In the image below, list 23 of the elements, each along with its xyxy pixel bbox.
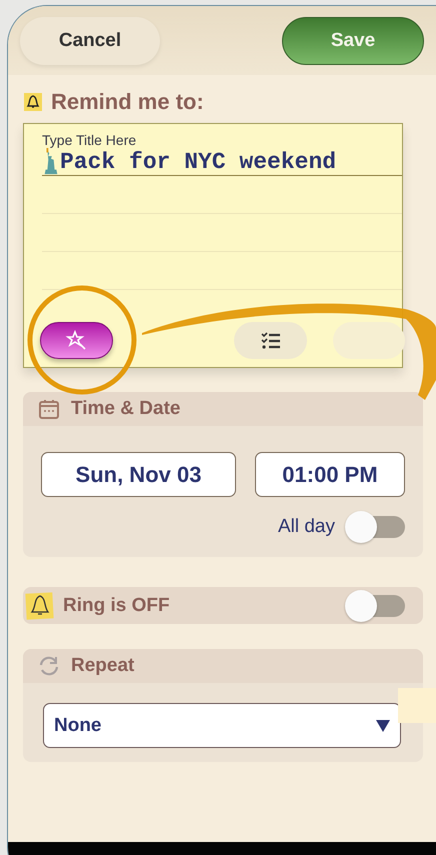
- section-heading: Repeat: [71, 655, 134, 677]
- time-field[interactable]: 01:00 PM: [255, 452, 405, 497]
- magic-wand-icon: [64, 328, 88, 352]
- cancel-button[interactable]: Cancel: [20, 16, 160, 64]
- date-field[interactable]: Sun, Nov 03: [41, 452, 236, 497]
- repeat-icon: [37, 654, 61, 678]
- title-label: Type Title Here: [42, 132, 138, 148]
- section-heading: Time & Date: [71, 398, 180, 420]
- section-heading: Remind me to:: [51, 89, 204, 115]
- all-day-toggle[interactable]: [345, 511, 405, 543]
- caret-icon: [376, 720, 390, 732]
- all-day-label: All day: [278, 516, 335, 538]
- calendar-icon: [37, 397, 61, 421]
- ring-label: Ring is OFF: [63, 594, 170, 616]
- bell-icon: [23, 92, 43, 112]
- checklist-button[interactable]: [234, 322, 307, 359]
- ring-toggle[interactable]: [345, 590, 405, 622]
- bell-icon: [25, 590, 55, 620]
- statue-icon: [42, 148, 60, 175]
- repeat-dropdown[interactable]: None: [43, 703, 401, 748]
- magic-wand-button[interactable]: [40, 322, 113, 359]
- title-field[interactable]: Type Title Here Pack for NYC weekend: [42, 132, 402, 176]
- title-text: Pack for NYC weekend: [60, 149, 336, 175]
